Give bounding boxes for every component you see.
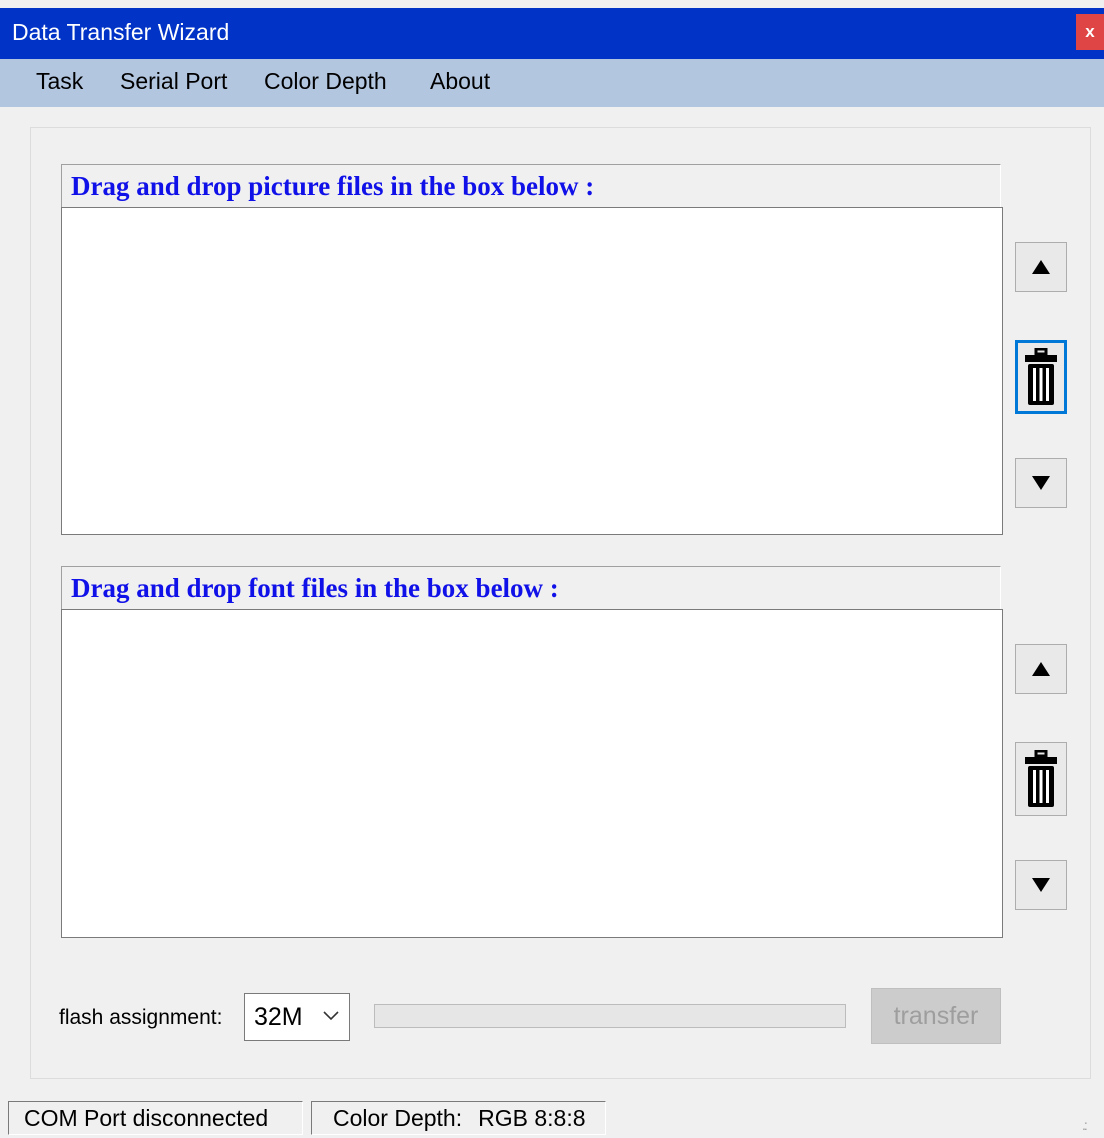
arrow-down-icon	[1032, 878, 1050, 892]
flash-assignment-value: 32M	[254, 1003, 303, 1031]
status-com-port: COM Port disconnected	[8, 1101, 303, 1135]
picture-move-up-button[interactable]	[1015, 242, 1067, 292]
flash-assignment-select[interactable]: 32M	[244, 993, 350, 1041]
font-drop-zone[interactable]	[61, 609, 1003, 938]
font-delete-button[interactable]	[1015, 742, 1067, 816]
window-title: Data Transfer Wizard	[12, 19, 230, 45]
trash-icon	[1025, 348, 1057, 405]
status-color-depth: Color Depth: RGB 8:8:8	[311, 1101, 606, 1135]
picture-drop-zone[interactable]	[61, 207, 1003, 535]
menu-task[interactable]: Task	[36, 68, 83, 95]
close-button[interactable]: x	[1076, 14, 1104, 50]
font-section-label: Drag and drop font files in the box belo…	[61, 566, 1001, 610]
status-color-depth-label: Color Depth:	[333, 1105, 463, 1131]
menu-about[interactable]: About	[430, 68, 490, 95]
arrow-down-icon	[1032, 476, 1050, 490]
menu-serial-port[interactable]: Serial Port	[120, 68, 227, 95]
picture-move-down-button[interactable]	[1015, 458, 1067, 508]
font-move-up-button[interactable]	[1015, 644, 1067, 694]
arrow-up-icon	[1032, 662, 1050, 676]
transfer-button[interactable]: transfer	[871, 988, 1001, 1044]
status-color-depth-value: RGB 8:8:8	[478, 1105, 586, 1131]
arrow-up-icon	[1032, 260, 1050, 274]
menu-color-depth[interactable]: Color Depth	[264, 68, 387, 95]
font-move-down-button[interactable]	[1015, 860, 1067, 910]
transfer-progress-bar	[374, 1004, 846, 1028]
trash-icon	[1025, 750, 1057, 807]
flash-assignment-label: flash assignment:	[59, 1006, 223, 1029]
chevron-down-icon	[323, 1011, 339, 1021]
picture-delete-button[interactable]	[1015, 340, 1067, 414]
resize-grip-icon[interactable]: .:	[1082, 1117, 1088, 1133]
picture-section-label: Drag and drop picture files in the box b…	[61, 164, 1001, 208]
